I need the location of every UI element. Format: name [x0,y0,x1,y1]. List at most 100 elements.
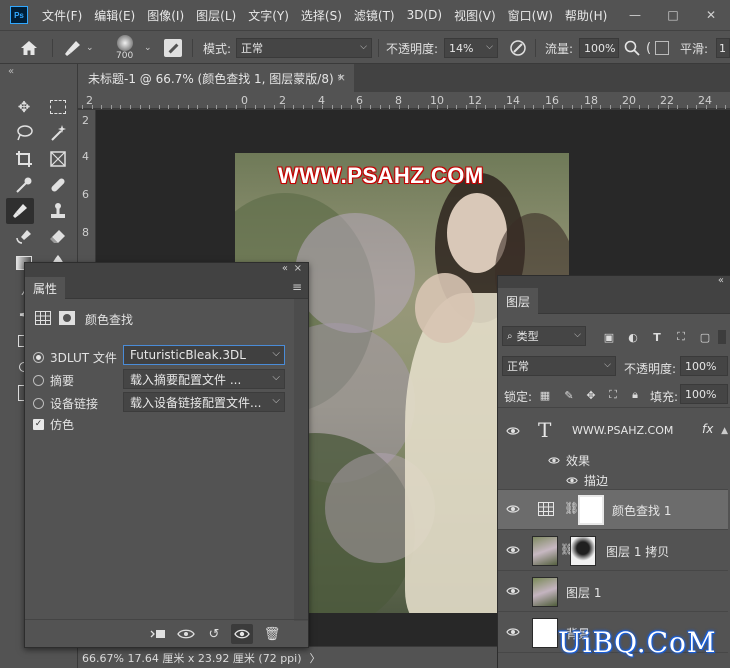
close-panel-icon[interactable]: × [294,263,302,274]
eye-icon[interactable] [506,585,520,599]
toggle-visibility-icon[interactable] [231,624,253,644]
frame-tool-icon[interactable] [44,146,72,172]
lut-file-radio[interactable]: 3DLUT 文件 [33,349,117,366]
layer-effects-row[interactable]: 效果 [498,450,728,470]
brush-size-picker[interactable]: 700 [116,31,133,65]
layer-opacity-input[interactable]: 100% [680,356,728,376]
layer-mask-thumbnail[interactable] [570,536,596,566]
brush-preset-icon[interactable]: ⌄ [62,31,94,65]
collapse-panel-icon[interactable]: « [718,275,724,286]
layer-row-layer1[interactable]: 图层 1 [498,572,728,612]
airbrush-icon[interactable]: ( [646,31,651,65]
lasso-tool-icon[interactable] [10,120,38,146]
menu-image[interactable]: 图像(I) [141,7,190,24]
clone-stamp-tool-icon[interactable] [44,198,72,224]
eye-icon[interactable] [548,454,560,468]
link-icon[interactable]: ⛓ [564,501,579,515]
eye-icon[interactable] [506,544,520,558]
ruler-tick [571,105,573,109]
clip-to-layer-icon[interactable] [147,624,169,644]
move-tool-icon[interactable]: ✥ [10,94,38,120]
delete-icon[interactable]: 🗑︎ [261,624,283,644]
menu-edit[interactable]: 编辑(E) [88,7,141,24]
mask-icon[interactable] [59,311,75,328]
layer-mask-thumbnail[interactable] [578,495,604,525]
menu-help[interactable]: 帮助(H) [559,7,613,24]
abstract-radio[interactable]: 摘要 [33,372,74,389]
smoothing-input[interactable]: 1 [716,38,730,58]
tab-properties[interactable]: 属性 [25,277,65,299]
panel-menu-icon[interactable]: ≡ [292,280,302,294]
lock-position-icon[interactable]: ✥ [584,388,598,402]
lock-all-icon[interactable]: 🔒︎ [628,388,642,402]
lock-image-icon[interactable]: ✎ [562,388,576,402]
lut-file-select[interactable]: FuturisticBleak.3DL ⌵ [123,345,285,365]
tab-layers[interactable]: 图层 [498,288,538,314]
fill-input[interactable]: 100% [680,384,728,404]
menu-view[interactable]: 视图(V) [448,7,502,24]
layer-row-text[interactable]: T WWW.PSAHZ.COM fx [498,412,728,450]
scroll-up-arrow[interactable]: ▲ [721,426,728,436]
close-window-button[interactable]: ✕ [692,8,730,22]
photoshop-logo[interactable]: Ps [10,6,28,24]
lock-artboard-icon[interactable]: ⛶ [606,388,620,402]
flow-input[interactable]: 100% [579,38,619,58]
filter-smart-object-icon[interactable]: ▢ [698,330,712,344]
collapse-panel-icon[interactable]: « [282,263,288,274]
view-previous-state-icon[interactable] [175,624,197,644]
layer-row-layer1-copy[interactable]: ⛓ 图层 1 拷贝 [498,531,728,571]
eye-icon[interactable] [506,425,520,439]
filter-adjustment-icon[interactable]: ◐ [626,330,640,344]
history-brush-tool-icon[interactable] [10,224,38,250]
dither-checkbox[interactable]: ✓ 仿色 [33,416,74,433]
maximize-button[interactable]: □ [654,8,692,22]
eye-icon[interactable] [506,626,520,640]
filter-type-icon[interactable]: T [650,330,664,344]
eye-icon[interactable] [506,503,520,517]
layer-filter-select[interactable]: ⌕ 类型 ⌵ [502,326,586,346]
magic-wand-tool-icon[interactable] [44,120,72,146]
menu-type[interactable]: 文字(Y) [242,7,295,24]
blend-mode-select[interactable]: 正常 ⌵ [502,356,616,376]
chevron-down-icon: ⌵ [272,395,280,406]
lock-transparent-icon[interactable]: ▦ [538,388,552,402]
menu-select[interactable]: 选择(S) [295,7,348,24]
filter-toggle[interactable] [718,330,726,344]
filter-shape-icon[interactable]: ⛶ [674,330,688,344]
layer-stroke-effect-row[interactable]: 描边 [498,470,728,490]
marquee-tool-icon[interactable] [44,94,72,120]
eraser-tool-icon[interactable] [44,224,72,250]
menu-3d[interactable]: 3D(D) [401,8,448,22]
close-tab-icon[interactable]: × [337,71,346,84]
eye-icon[interactable] [566,474,578,488]
chevron-down-icon[interactable]: ⌄ [144,31,152,65]
collapse-toolbar-icon[interactable]: « [8,66,14,77]
home-icon[interactable] [20,31,38,65]
airbrush-toggle[interactable] [655,31,669,65]
filter-pixel-icon[interactable]: ▣ [602,330,616,344]
status-expand-arrow[interactable]: 〉 [310,650,321,666]
menu-window[interactable]: 窗口(W) [502,7,559,24]
mode-select[interactable]: 正常 ⌵ [236,38,372,58]
brush-settings-icon[interactable] [164,31,182,65]
menu-filter[interactable]: 滤镜(T) [348,7,401,24]
eyedropper-tool-icon[interactable] [10,172,38,198]
reset-icon[interactable]: ↺ [203,624,225,644]
layer-row-color-lookup[interactable]: ⛓ 颜色查找 1 [498,490,728,530]
pressure-opacity-icon[interactable] [508,31,528,65]
crop-tool-icon[interactable] [10,146,38,172]
search-icon[interactable] [624,31,640,65]
properties-scrollbar[interactable] [294,299,308,621]
menu-layer[interactable]: 图层(L) [190,7,242,24]
healing-brush-tool-icon[interactable] [44,172,72,198]
brush-tool-icon[interactable] [6,198,34,224]
menu-file[interactable]: 文件(F) [36,7,88,24]
device-link-select[interactable]: 载入设备链接配置文件... ⌵ [123,392,285,412]
opacity-input[interactable]: 14% ⌵ [444,38,498,58]
minimize-button[interactable]: — [616,8,654,22]
document-tab[interactable]: 未标题-1 @ 66.7% (颜色查找 1, 图层蒙版/8) * × [78,64,354,92]
abstract-select[interactable]: 载入摘要配置文件 ... ⌵ [123,369,285,389]
fx-icon[interactable]: fx [702,422,713,436]
menu-bar: Ps 文件(F) 编辑(E) 图像(I) 图层(L) 文字(Y) 选择(S) 滤… [0,0,730,30]
device-link-radio[interactable]: 设备链接 [33,395,98,412]
